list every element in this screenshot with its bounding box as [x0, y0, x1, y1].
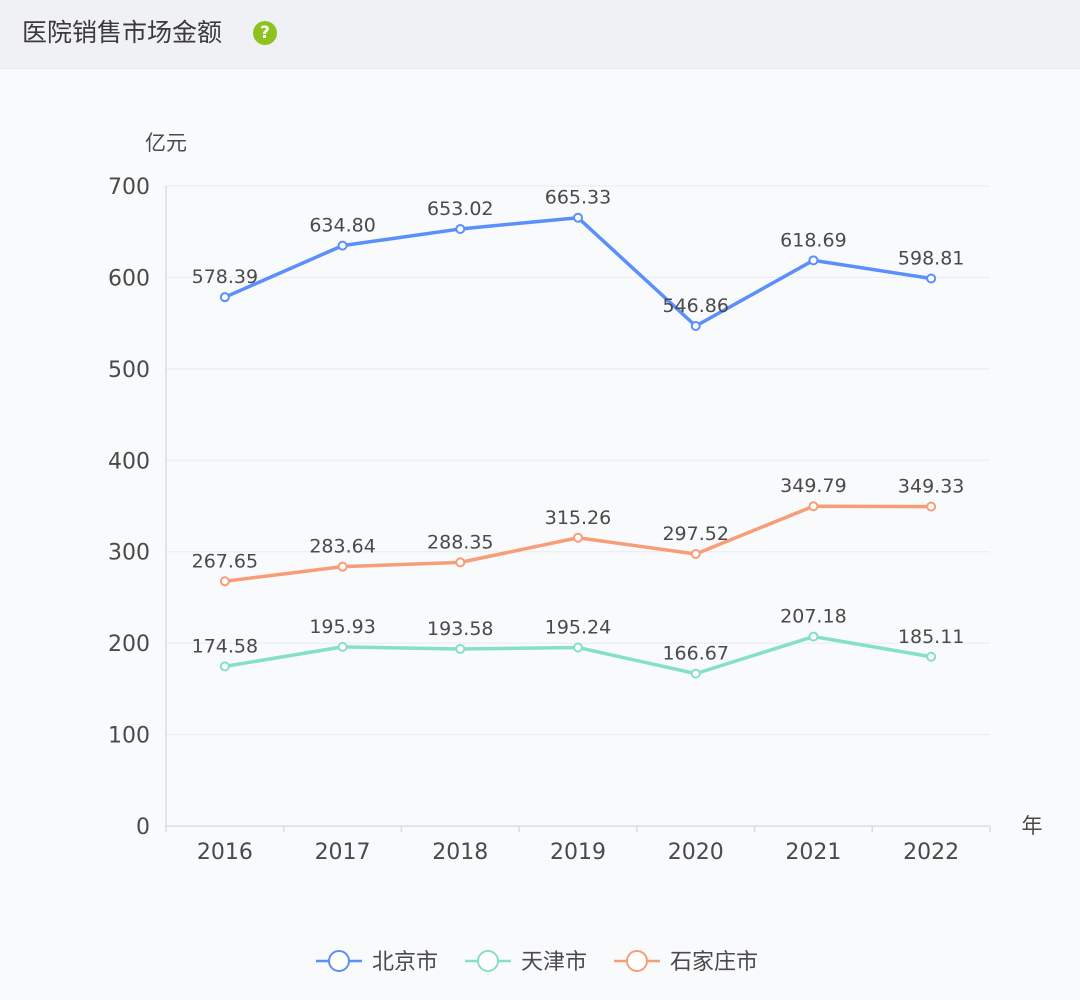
data-point	[926, 651, 937, 662]
data-point	[573, 642, 583, 653]
x-tick-label: 2022	[903, 840, 959, 865]
data-point	[219, 576, 230, 587]
x-tick-label: 2020	[668, 840, 724, 865]
data-label: 315.26	[545, 507, 611, 529]
data-point	[337, 641, 348, 652]
data-point	[690, 321, 701, 332]
data-point	[573, 532, 583, 543]
legend-label: 天津市	[521, 950, 587, 975]
data-point	[808, 255, 819, 266]
data-label: 634.80	[309, 215, 375, 237]
y-tick-label: 200	[108, 632, 150, 657]
y-tick-label: 0	[136, 815, 150, 840]
data-label: 653.02	[427, 198, 493, 220]
y-tick-label: 700	[108, 175, 150, 200]
data-point	[337, 240, 348, 251]
data-point	[808, 501, 819, 512]
legend-marker	[626, 950, 648, 972]
y-axis-label: 亿元	[145, 131, 187, 155]
data-label: 598.81	[898, 248, 964, 270]
legend-item-1: 北京市	[316, 950, 438, 975]
data-point	[219, 661, 230, 672]
legend-label: 北京市	[372, 950, 438, 975]
data-point	[219, 292, 230, 303]
data-point	[808, 631, 819, 642]
data-label: 288.35	[427, 531, 493, 553]
data-label: 207.18	[780, 606, 846, 628]
y-tick-label: 600	[108, 266, 150, 291]
data-label: 195.93	[309, 616, 375, 638]
line-chart: 0 100 200 300 400 500 600 700 2016 2017 2018 2019 20…	[108, 131, 1043, 975]
data-label: 195.24	[545, 616, 611, 638]
x-tick-label: 2018	[432, 840, 488, 865]
data-label: 193.58	[427, 618, 493, 640]
data-label: 546.86	[662, 295, 728, 317]
legend-item-2: 天津市	[465, 950, 587, 975]
legend: 北京市 天津市 石家庄市	[316, 950, 758, 975]
chart-panel: 医院销售市场金额 ? 0 100 200 300 400 500 600 700 2016 201…	[0, 0, 1080, 1000]
data-point	[926, 273, 937, 284]
data-point	[690, 668, 701, 679]
data-point	[690, 548, 701, 559]
data-label: 349.79	[780, 475, 846, 497]
data-point	[337, 561, 348, 572]
legend-marker	[328, 950, 350, 972]
y-tick-label: 300	[108, 541, 150, 566]
x-tick-label: 2017	[315, 840, 371, 865]
data-label: 665.33	[545, 187, 611, 209]
y-tick-label: 500	[108, 358, 150, 383]
legend-item-3: 石家庄市	[614, 950, 758, 975]
x-tick-label: 2019	[550, 840, 606, 865]
data-label: 174.58	[192, 635, 258, 657]
series-line	[224, 634, 932, 676]
data-label: 267.65	[192, 550, 258, 572]
data-point	[926, 501, 937, 512]
data-point	[455, 644, 466, 655]
y-tick-label: 400	[108, 449, 150, 474]
data-label: 578.39	[192, 266, 258, 288]
data-label: 166.67	[662, 643, 728, 665]
data-label: 297.52	[662, 523, 728, 545]
data-label: 283.64	[309, 536, 375, 558]
data-labels: 578.39 634.80 653.02 665.33 546.86 618.69 598.…	[192, 187, 965, 665]
question-circle-icon[interactable]: ?	[253, 21, 277, 45]
series-2	[219, 631, 937, 679]
legend-label: 石家庄市	[670, 950, 758, 975]
data-label: 349.33	[898, 476, 964, 498]
panel-header: 医院销售市场金额 ?	[0, 0, 1080, 69]
y-tick-label: 100	[108, 724, 150, 749]
data-label: 618.69	[780, 229, 846, 251]
x-tick-label: 2016	[197, 840, 253, 865]
page-title: 医院销售市场金额	[22, 18, 223, 47]
legend-marker	[477, 950, 499, 972]
x-axis-label: 年	[1022, 814, 1043, 838]
data-point	[573, 212, 583, 223]
data-label: 185.11	[898, 626, 964, 648]
data-point	[455, 557, 466, 568]
data-point	[455, 223, 466, 234]
x-tick-label: 2021	[785, 840, 841, 865]
